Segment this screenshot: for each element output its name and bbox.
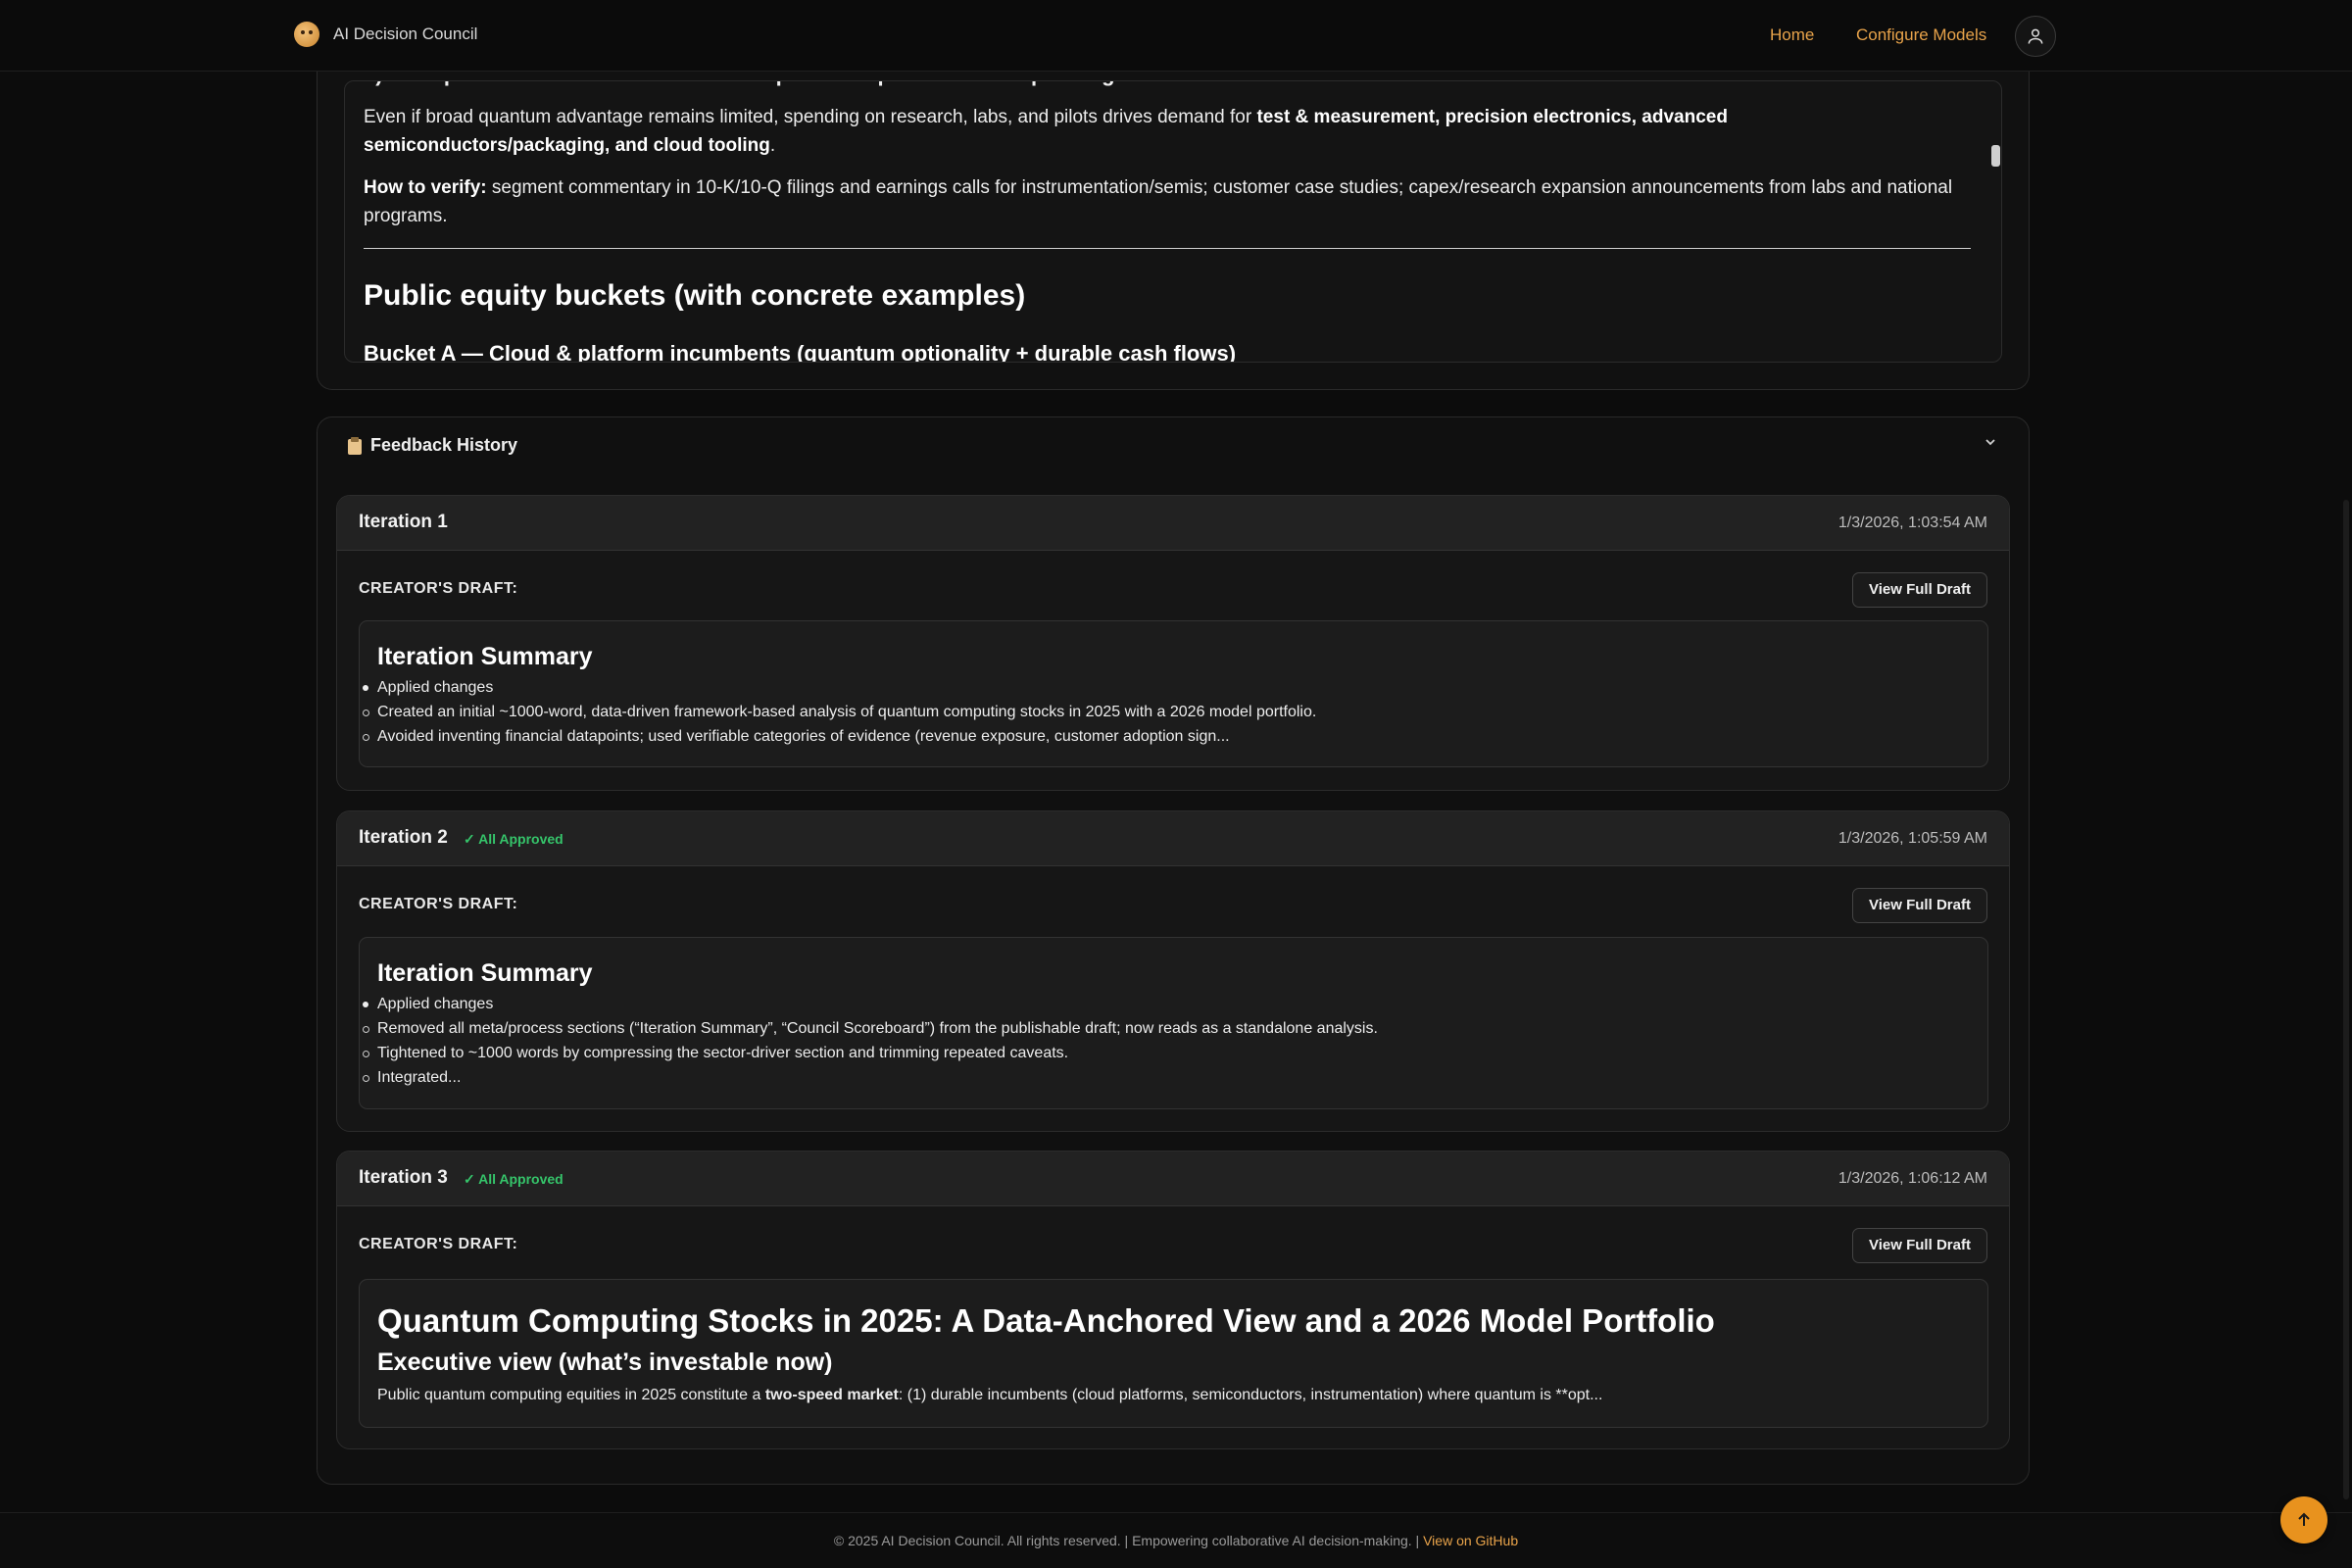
clipboard-icon [347, 436, 363, 456]
feedback-history-header[interactable]: Feedback History [347, 435, 517, 456]
section-heading: 4) The “picks & shovels” effect via ente… [364, 81, 1971, 89]
github-link[interactable]: View on GitHub [1423, 1533, 1518, 1548]
creators-draft-label: CREATOR'S DRAFT: [359, 580, 518, 597]
view-full-draft-button[interactable]: View Full Draft [1852, 572, 1987, 608]
scroll-to-top-button[interactable] [2280, 1496, 2328, 1544]
iteration-header: Iteration 2 ✓ All Approved 1/3/2026, 1:0… [337, 811, 2009, 866]
list-item: Applied changes [363, 675, 1970, 700]
iteration-timestamp: 1/3/2026, 1:05:59 AM [1838, 830, 1987, 847]
draft-preview: Quantum Computing Stocks in 2025: A Data… [359, 1279, 1988, 1428]
list-item: Removed all meta/process sections (“Iter… [363, 1016, 1970, 1041]
draft-excerpt: Public quantum computing equities in 202… [377, 1387, 1603, 1403]
analysis-scrollbar[interactable] [1991, 145, 2000, 167]
verify-paragraph: How to verify: segment commentary in 10-… [364, 177, 1953, 226]
iteration-timestamp: 1/3/2026, 1:06:12 AM [1838, 1170, 1987, 1187]
nav-configure-models-link[interactable]: Configure Models [1856, 25, 1986, 45]
section-title: Public equity buckets (with concrete exa… [364, 279, 1026, 312]
analysis-paragraph: Even if broad quantum advantage remains … [364, 107, 1728, 156]
view-full-draft-button[interactable]: View Full Draft [1852, 1228, 1987, 1263]
divider [364, 248, 1971, 249]
all-approved-badge: ✓ All Approved [464, 1171, 564, 1187]
draft-title: Quantum Computing Stocks in 2025: A Data… [377, 1302, 1715, 1339]
brand[interactable]: AI Decision Council [294, 22, 477, 47]
iteration-label: Iteration 2 [359, 827, 448, 848]
footer: © 2025 AI Decision Council. All rights r… [0, 1512, 2352, 1568]
view-full-draft-button[interactable]: View Full Draft [1852, 888, 1987, 923]
summary-title: Iteration Summary [377, 959, 593, 987]
nav-home-link[interactable]: Home [1770, 25, 1814, 45]
iteration-header: Iteration 1 1/3/2026, 1:03:54 AM [337, 496, 2009, 551]
draft-subtitle: Executive view (what’s investable now) [377, 1348, 833, 1376]
subsection-title: Bucket A — Cloud & platform incumbents (… [364, 341, 1237, 363]
iteration-label: Iteration 1 [359, 512, 448, 532]
list-item: Avoided inventing financial datapoints; … [363, 724, 1970, 749]
iteration-card: Iteration 1 1/3/2026, 1:03:54 AM CREATOR… [336, 495, 2010, 791]
iteration-label: Iteration 3 [359, 1167, 448, 1188]
iteration-card: Iteration 2 ✓ All Approved 1/3/2026, 1:0… [336, 810, 2010, 1132]
iteration-timestamp: 1/3/2026, 1:03:54 AM [1838, 514, 1987, 531]
arrow-up-icon [2298, 1512, 2310, 1526]
chevron-down-icon[interactable] [1984, 435, 1997, 449]
list-item: Tightened to ~1000 words by compressing … [363, 1041, 1970, 1065]
list-item: Created an initial ~1000-word, data-driv… [363, 700, 1970, 724]
list-item: Integrated... [363, 1065, 1970, 1090]
creators-draft-label: CREATOR'S DRAFT: [359, 1236, 518, 1252]
footer-text: © 2025 AI Decision Council. All rights r… [833, 1533, 1519, 1548]
user-icon [2028, 28, 2043, 44]
creators-draft-label: CREATOR'S DRAFT: [359, 896, 518, 912]
iteration-card: Iteration 3 ✓ All Approved 1/3/2026, 1:0… [336, 1151, 2010, 1449]
draft-preview: Iteration Summary Applied changes Create… [359, 620, 1988, 767]
feedback-history-title: Feedback History [370, 435, 518, 455]
brand-name: AI Decision Council [333, 24, 478, 43]
analysis-scroll-area[interactable]: 4) The “picks & shovels” effect via ente… [344, 80, 2002, 363]
page-scrollbar[interactable] [2343, 500, 2349, 1499]
all-approved-badge: ✓ All Approved [464, 831, 564, 847]
list-item: Applied changes [363, 992, 1970, 1016]
summary-title: Iteration Summary [377, 643, 593, 670]
top-navbar: AI Decision Council Home Configure Model… [0, 0, 2352, 72]
iteration-header: Iteration 3 ✓ All Approved 1/3/2026, 1:0… [337, 1152, 2009, 1206]
council-logo-icon [294, 22, 319, 47]
user-menu-button[interactable] [2015, 16, 2056, 57]
draft-preview: Iteration Summary Applied changes Remove… [359, 937, 1988, 1109]
